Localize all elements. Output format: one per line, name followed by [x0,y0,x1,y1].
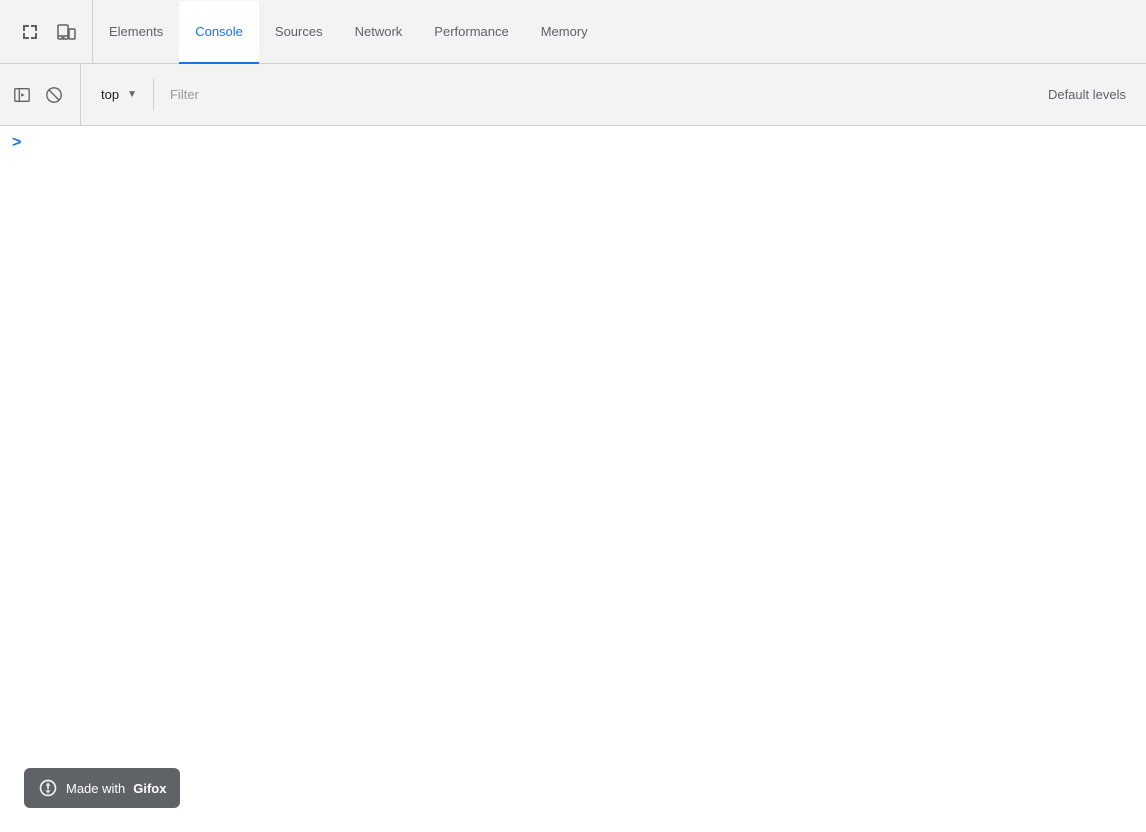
gifox-logo-icon [38,778,58,798]
tab-console[interactable]: Console [179,1,259,64]
console-toolbar: top ▼ Default levels [0,64,1146,126]
toolbar-icon-group [4,0,93,63]
console-toolbar-left [8,64,81,125]
tab-performance[interactable]: Performance [418,1,524,64]
tab-elements[interactable]: Elements [93,1,179,64]
clear-console-icon [45,86,63,104]
show-sidebar-button[interactable] [8,81,36,109]
device-toolbar-button[interactable] [48,14,84,50]
console-prompt-row: > [0,126,1146,160]
console-main: > [0,126,1146,784]
gifox-made-with-text: Made with [66,781,125,796]
context-selector[interactable]: top ▼ [89,83,149,106]
prompt-chevron-icon[interactable]: > [12,134,21,152]
inspect-element-button[interactable] [12,14,48,50]
devtools-toolbar: Elements Console Sources Network Perform… [0,0,1146,64]
filter-section [158,87,1036,102]
show-sidebar-icon [13,86,31,104]
clear-console-button[interactable] [40,81,68,109]
device-toolbar-icon [56,22,76,42]
filter-input[interactable] [170,87,1024,102]
gifox-badge[interactable]: Made with Gifox [24,768,180,808]
tabs-container: Elements Console Sources Network Perform… [93,0,1142,63]
toolbar-divider [153,79,154,111]
context-selector-text: top [101,87,119,102]
default-levels-button[interactable]: Default levels [1036,87,1138,102]
tab-sources[interactable]: Sources [259,1,339,64]
tab-memory[interactable]: Memory [525,1,604,64]
gifox-brand-text: Gifox [133,781,166,796]
inspect-element-icon [20,22,40,42]
tab-network[interactable]: Network [339,1,419,64]
chevron-down-icon: ▼ [127,89,137,100]
